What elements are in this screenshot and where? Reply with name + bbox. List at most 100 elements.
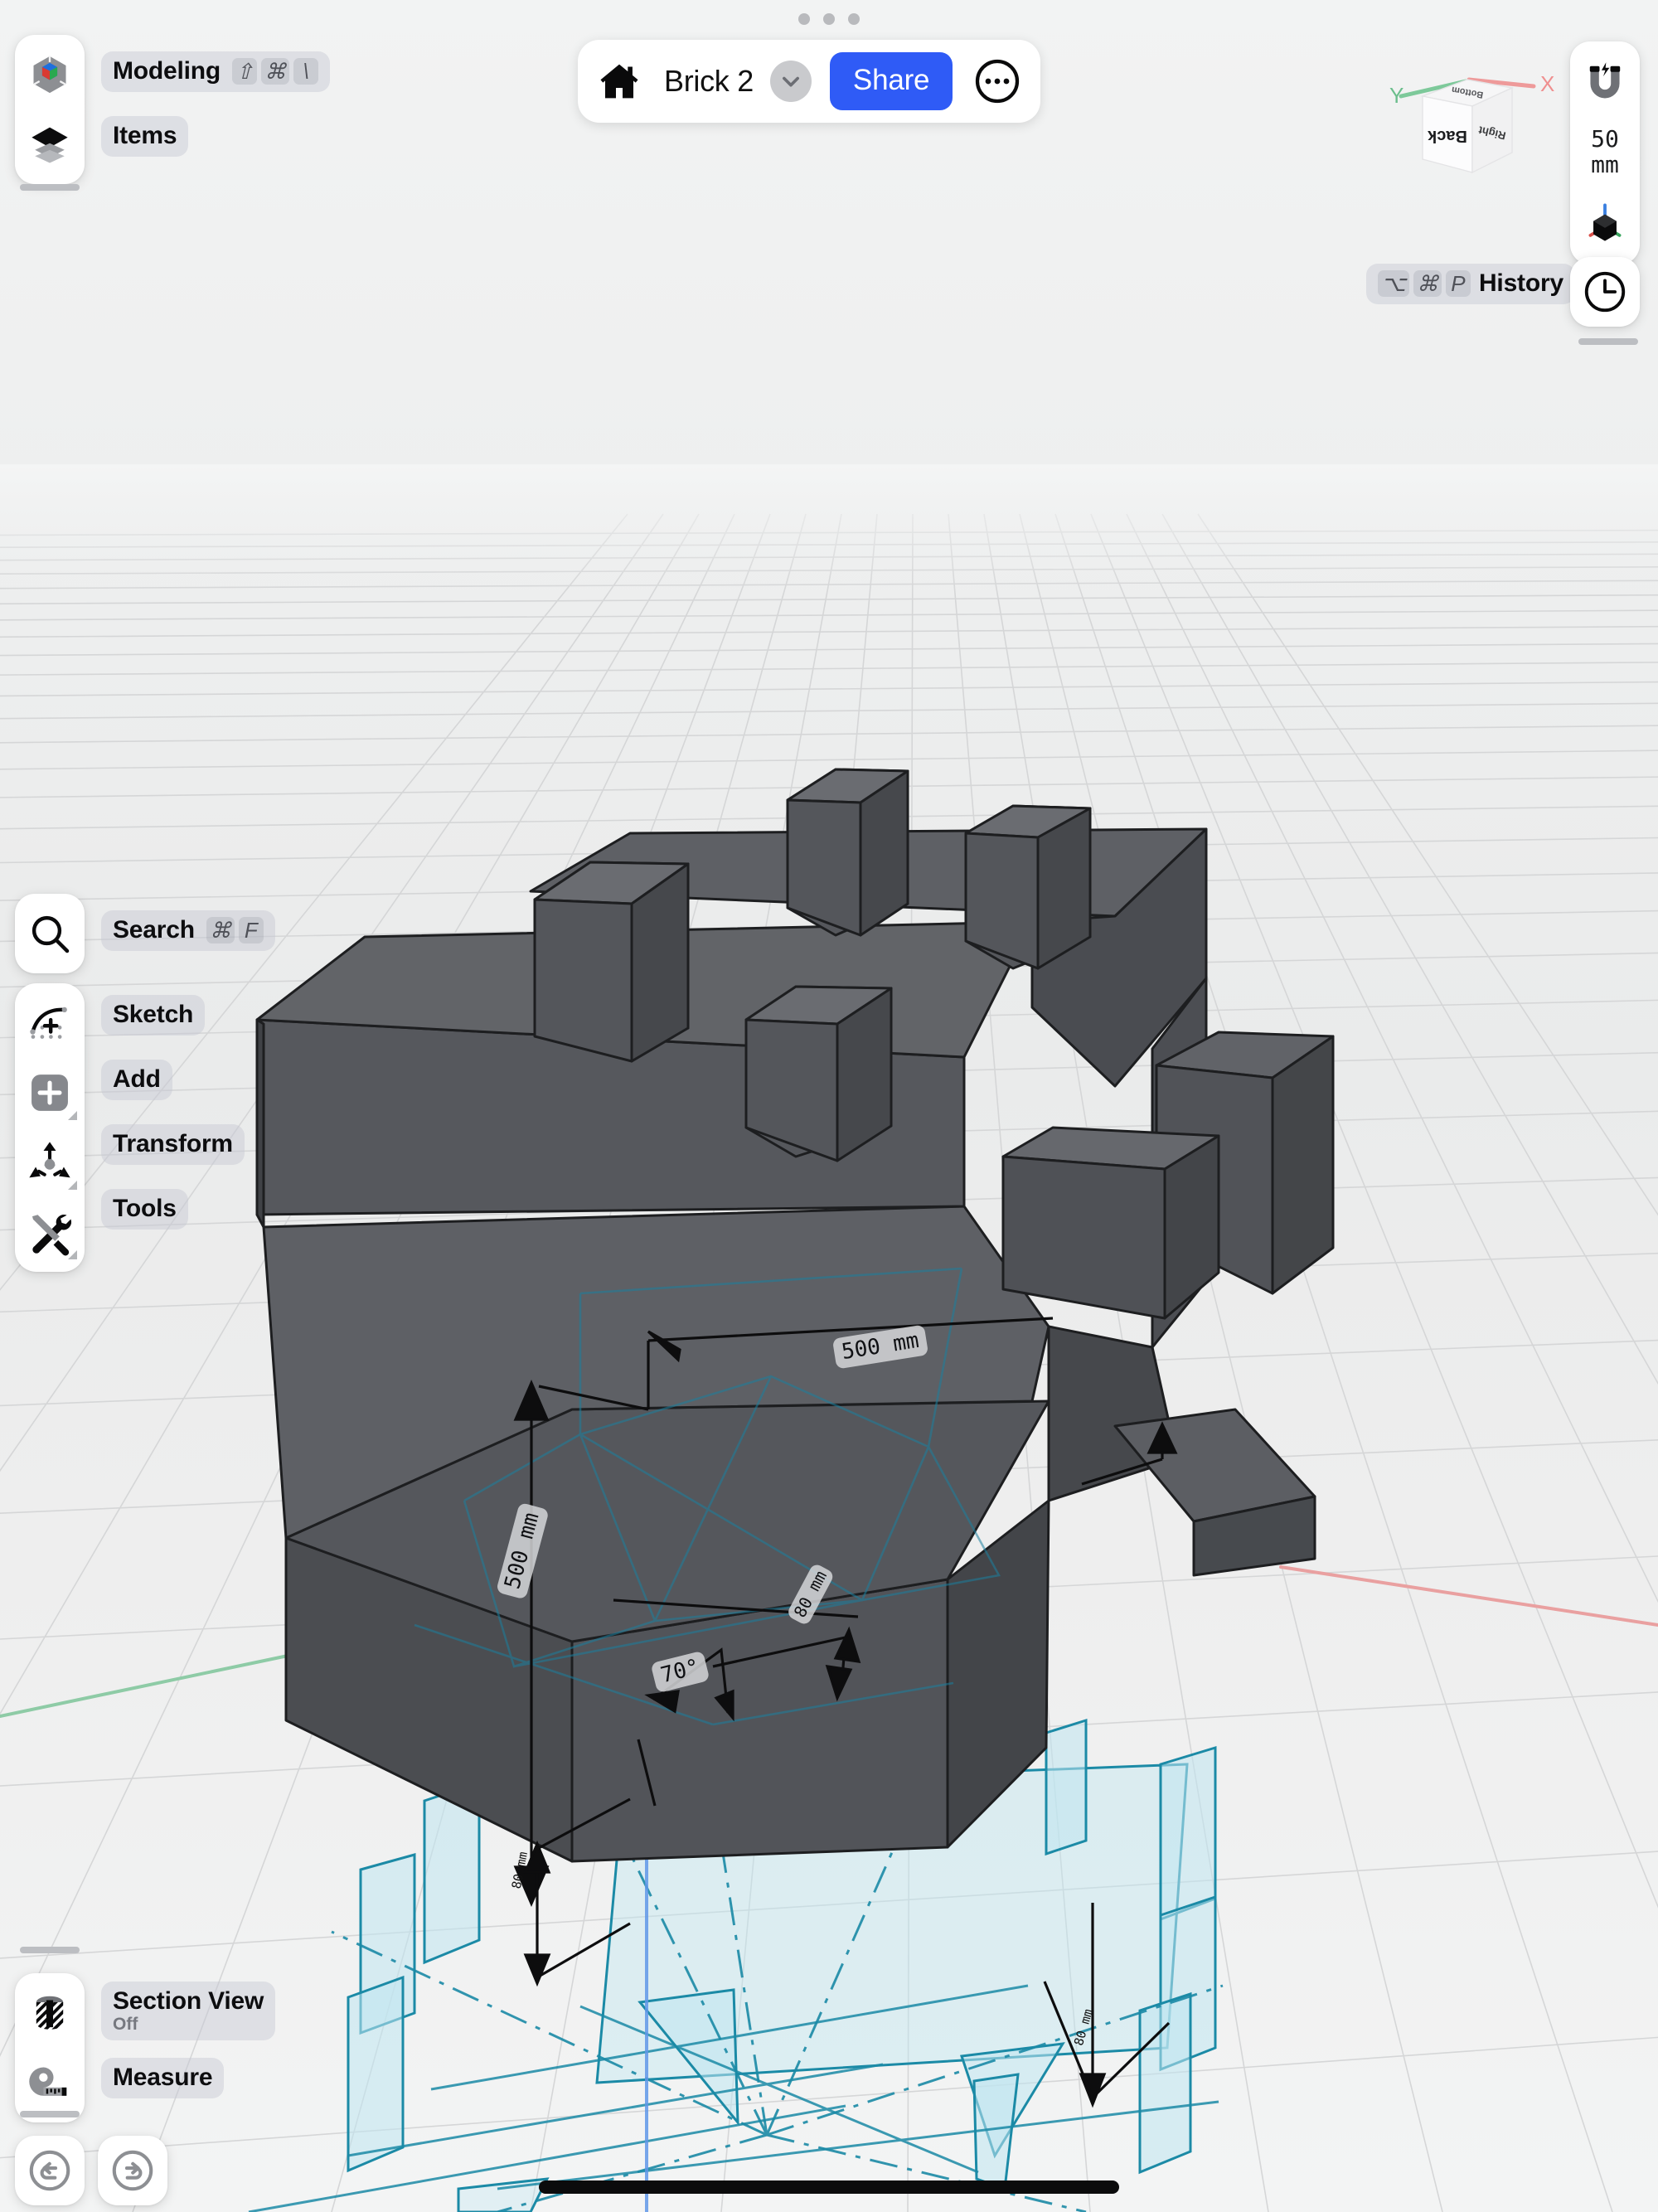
label-history[interactable]: ⌥ ⌘ P History <box>1366 264 1575 304</box>
measure-button[interactable] <box>15 2048 85 2117</box>
key-command: ⌘ <box>1413 270 1442 297</box>
multitask-handle[interactable] <box>0 13 1658 25</box>
shortcut-keys-search: ⌘ F <box>206 917 264 943</box>
magnet-icon <box>1589 62 1621 99</box>
panel-drag-handle[interactable] <box>20 184 80 191</box>
multitask-dot <box>848 13 860 25</box>
measure-label: Measure <box>113 2064 213 2091</box>
section-view-icon <box>36 1996 64 2030</box>
grid-size-value: 50 <box>1591 125 1619 153</box>
label-transform[interactable]: Transform <box>101 1124 245 1165</box>
grid-size-display[interactable]: 50 mm <box>1591 118 1619 188</box>
label-measure[interactable]: Measure <box>101 2058 225 2098</box>
tools-label: Tools <box>113 1195 177 1222</box>
sketch-button[interactable] <box>15 988 85 1058</box>
viewcube-front-label: Back <box>1427 127 1467 145</box>
solid-body <box>255 827 1335 1863</box>
items-label: Items <box>113 122 177 149</box>
search-panel <box>15 894 85 973</box>
multitask-dot <box>823 13 835 25</box>
x-axis-line <box>1279 1565 1658 1627</box>
search-button[interactable] <box>15 899 85 968</box>
key-command: ⌘ <box>261 58 290 85</box>
multitask-dot <box>798 13 810 25</box>
view-tools-panel <box>15 1973 85 2122</box>
redo-icon-wrap[interactable] <box>98 2136 167 2205</box>
history-icon-wrap[interactable] <box>1570 257 1640 327</box>
undo-button[interactable] <box>15 2136 85 2205</box>
viewcube-axis-label-y: Y <box>1389 83 1403 108</box>
document-titlebar: Brick 2 Share <box>578 40 1041 123</box>
key-f: F <box>238 917 264 943</box>
transform-button[interactable] <box>15 1128 85 1197</box>
plane-left-near <box>347 1975 405 2173</box>
search-icon <box>32 915 70 953</box>
key-p: P <box>1445 270 1471 297</box>
key-backslash: \ <box>293 58 319 85</box>
home-indicator <box>539 2180 1119 2194</box>
sidebar-item-items[interactable] <box>15 109 85 179</box>
axis-cube-icon <box>1588 203 1622 241</box>
workspace-label: Modeling <box>113 57 221 85</box>
stud-1 <box>533 861 690 1063</box>
add-label: Add <box>113 1065 161 1093</box>
history-label: History <box>1478 269 1563 297</box>
tape-measure-icon <box>29 2067 67 2096</box>
key-shift: ⇧ <box>232 58 258 85</box>
undo-icon-wrap[interactable] <box>15 2136 85 2205</box>
redo-icon <box>112 2150 153 2191</box>
plane-right-edge <box>1138 1991 1192 2175</box>
stud-4 <box>964 804 1092 970</box>
transform-arrows-icon <box>29 1142 70 1178</box>
panel-drag-handle[interactable] <box>20 1947 80 1953</box>
y-axis-line <box>0 1653 293 1718</box>
panel-drag-handle[interactable] <box>1578 338 1638 345</box>
layers-icon <box>32 127 68 163</box>
history-button[interactable] <box>1570 257 1640 327</box>
section-view-button[interactable] <box>15 1978 85 2048</box>
section-view-label: Section View <box>113 1987 264 2015</box>
home-icon[interactable] <box>596 60 642 103</box>
panel-drag-handle[interactable] <box>20 2111 80 2117</box>
view-orientation-cube[interactable]: Y X Back Right Bottom <box>1386 50 1568 199</box>
label-add[interactable]: Add <box>101 1060 172 1100</box>
chevron-down-icon[interactable] <box>769 61 812 102</box>
stud-3 <box>786 768 909 937</box>
label-modeling[interactable]: Modeling ⇧ ⌘ \ <box>101 51 331 92</box>
label-tools[interactable]: Tools <box>101 1189 188 1230</box>
orientation-button[interactable] <box>1570 188 1640 258</box>
plane-back-tall <box>1045 1718 1088 1856</box>
snapping-button[interactable] <box>1570 48 1640 118</box>
sketch-label: Sketch <box>113 1001 194 1028</box>
key-option: ⌥ <box>1378 270 1409 297</box>
workspace-switcher-panel <box>15 35 85 184</box>
label-search[interactable]: Search ⌘ F <box>101 910 275 951</box>
viewcube-body: Back Right Bottom <box>1420 79 1515 174</box>
tool-palette <box>15 983 85 1272</box>
sketch-icon <box>30 1007 67 1039</box>
sidebar-item-modeling[interactable] <box>15 40 85 109</box>
scene-canvas[interactable] <box>0 0 1658 2212</box>
colored-cube-icon <box>33 56 66 94</box>
shortcut-keys-history: ⌥ ⌘ P <box>1378 270 1471 297</box>
section-view-value: Off <box>113 2014 138 2034</box>
key-command: ⌘ <box>206 917 235 943</box>
face-nub-front <box>1001 1155 1166 1320</box>
ellipsis-circle-icon[interactable] <box>972 56 1022 106</box>
wrench-screwdriver-icon <box>32 1215 72 1256</box>
face-nub-right <box>1163 1134 1220 1320</box>
document-name[interactable]: Brick 2 <box>664 64 754 99</box>
shortcut-keys-modeling: ⇧ ⌘ \ <box>232 58 319 85</box>
redo-button[interactable] <box>98 2136 167 2205</box>
search-label: Search <box>113 916 195 943</box>
undo-icon <box>29 2150 70 2191</box>
tools-button[interactable] <box>15 1197 85 1267</box>
label-sketch[interactable]: Sketch <box>101 995 206 1036</box>
share-button[interactable]: Share <box>829 52 953 110</box>
label-section-view[interactable]: Section View Off <box>101 1982 276 2041</box>
viewport-3d[interactable]: 500 mm 500 mm 70° 80 mm 80 mm 80 mm <box>0 0 1658 2212</box>
transform-label: Transform <box>113 1130 233 1157</box>
add-button[interactable] <box>15 1058 85 1128</box>
label-items[interactable]: Items <box>101 116 189 157</box>
stud-2 <box>744 985 893 1162</box>
